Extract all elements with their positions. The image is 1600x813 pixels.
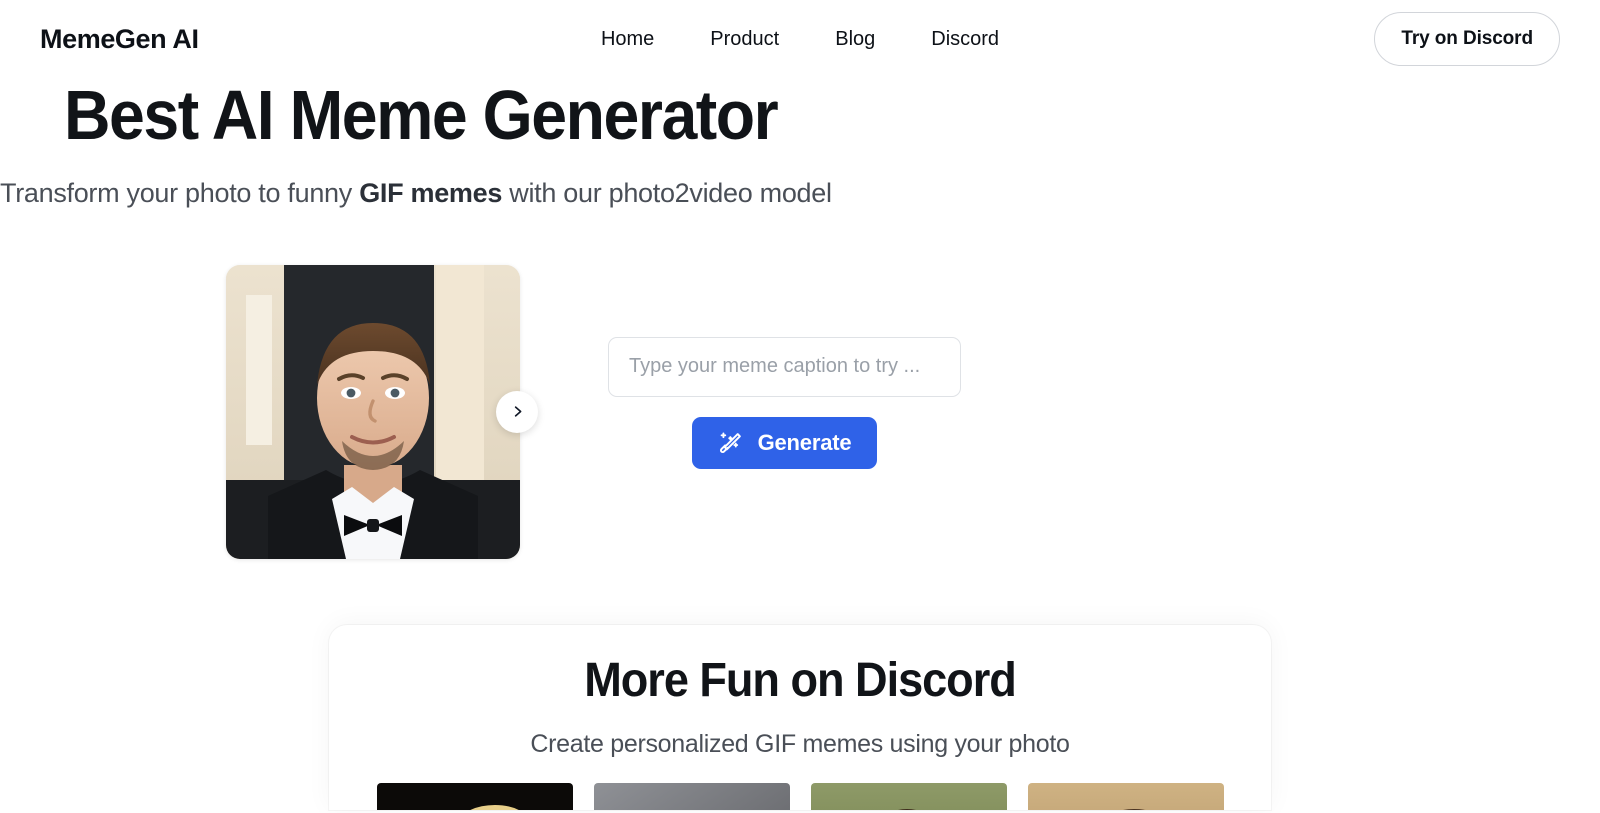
meme-caption-form: Generate (608, 336, 961, 469)
site-header: MemeGen AI Home Product Blog Discord Try… (0, 0, 1600, 78)
header-actions: Try on Discord (1374, 12, 1560, 66)
brand-logo[interactable]: MemeGen AI (40, 24, 199, 55)
thumbnail-grey-portrait[interactable] (593, 782, 790, 810)
nav-link-product[interactable]: Product (710, 28, 779, 51)
nav-link-discord[interactable]: Discord (931, 28, 999, 51)
nav-link-blog[interactable]: Blog (835, 28, 875, 51)
hero-subtitle-highlight: GIF memes (359, 177, 503, 208)
discord-section: More Fun on Discord Create personalized … (329, 624, 1271, 810)
hero-subtitle-post: with our photo2video model (502, 177, 832, 208)
generate-button[interactable]: Generate (691, 416, 878, 469)
page-title: Best AI Meme Generator (64, 76, 779, 154)
hero-body: Generate (0, 249, 1600, 569)
discord-section-title: More Fun on Discord (584, 653, 1017, 707)
try-on-discord-button[interactable]: Try on Discord (1374, 12, 1560, 66)
carousel-photo[interactable] (226, 264, 520, 559)
meme-thumbnail-strip (329, 782, 1271, 810)
portrait-illustration (226, 264, 520, 559)
hero-section: Best AI Meme Generator Transform your ph… (0, 76, 1600, 810)
thumbnail-mona-lisa[interactable] (810, 782, 1007, 810)
generate-button-label: Generate (757, 429, 852, 455)
thumbnail-brown-hair[interactable] (1027, 782, 1224, 810)
carousel-next-button[interactable] (496, 390, 538, 433)
brown-hair-illustration (1027, 782, 1224, 810)
hero-subtitle-pre: Transform your photo to funny (0, 177, 360, 208)
pearl-earring-illustration (376, 782, 573, 810)
grey-portrait-illustration (593, 782, 790, 810)
hero-subtitle: Transform your photo to funny GIF memes … (0, 176, 1600, 211)
photo-carousel (226, 264, 538, 559)
discord-section-subtitle: Create personalized GIF memes using your… (530, 729, 1070, 758)
magic-wand-icon (719, 432, 741, 453)
mona-lisa-illustration (810, 782, 1007, 810)
chevron-right-icon (514, 406, 521, 417)
generate-row: Generate (608, 416, 961, 469)
main-navigation: Home Product Blog Discord (601, 28, 999, 51)
meme-caption-input[interactable] (608, 336, 961, 397)
nav-link-home[interactable]: Home (601, 28, 654, 51)
thumbnail-pearl-earring[interactable] (376, 782, 573, 810)
